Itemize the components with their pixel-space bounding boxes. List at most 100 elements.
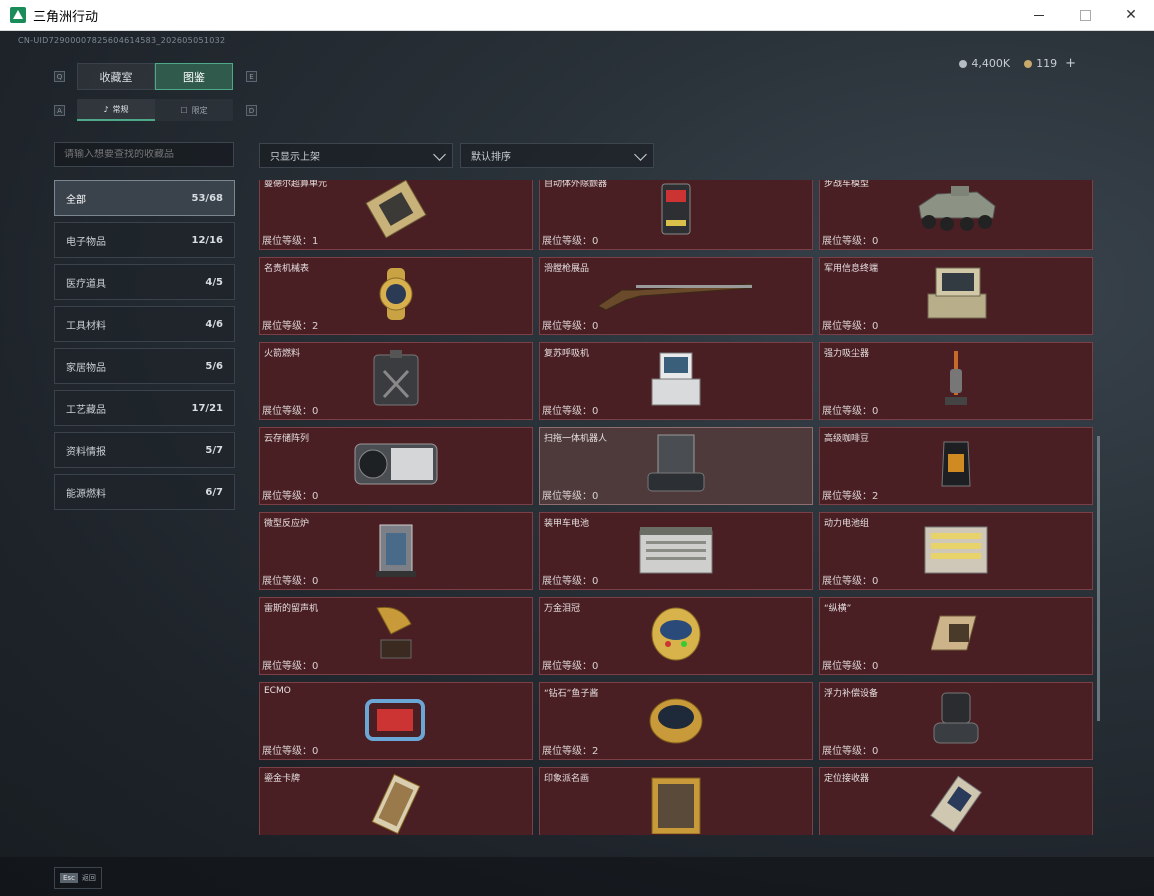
item-name: 复苏呼吸机 xyxy=(544,349,590,359)
item-name: 军用信息终端 xyxy=(824,264,879,274)
limited-icon: ☐ xyxy=(180,105,188,115)
item-level: 展位等级：0 xyxy=(822,746,879,757)
collection-item-card[interactable]: 装甲车电池 展位等级：0 xyxy=(539,512,813,590)
grid-scrollbar[interactable] xyxy=(1097,436,1100,721)
collection-item-card[interactable]: 雷斯的留声机 展位等级：0 xyxy=(259,597,533,675)
key-hint-d: D xyxy=(246,105,257,116)
item-level: 展位等级：0 xyxy=(262,576,319,587)
collection-item-card[interactable]: 微型反应炉 展位等级：0 xyxy=(259,512,533,590)
collection-item-card[interactable]: 强力吸尘器 展位等级：0 xyxy=(819,342,1093,420)
collection-item-card[interactable]: 浮力补偿设备 展位等级：0 xyxy=(819,682,1093,760)
collection-item-card[interactable]: 曼德尔超算单元 展位等级：1 xyxy=(259,180,533,250)
collection-item-card[interactable]: 步战车模型展位等级：0 xyxy=(819,180,1093,250)
collection-item-card[interactable]: 扫拖一体机器人 展位等级：0 xyxy=(539,427,813,505)
vehicle-battery-icon xyxy=(636,521,716,581)
shelf-filter-dropdown[interactable]: 只显示上架 xyxy=(259,143,453,168)
military-terminal-icon xyxy=(920,264,992,328)
tab-collection-room[interactable]: 收藏室 xyxy=(77,63,155,90)
collection-item-card[interactable]: 万金泪冠 展位等级：0 xyxy=(539,597,813,675)
collection-item-card[interactable]: “钻石”鱼子酱 展位等级：2 xyxy=(539,682,813,760)
item-level: 展位等级：0 xyxy=(542,406,599,417)
sort-value: 默认排序 xyxy=(471,152,511,163)
item-level: 展位等级：0 xyxy=(822,321,879,332)
collection-item-card[interactable]: 动力电池组 展位等级：0 xyxy=(819,512,1093,590)
collection-item-card[interactable]: ECMO 展位等级：0 xyxy=(259,682,533,760)
collection-item-card[interactable]: 名贵机械表 展位等级：2 xyxy=(259,257,533,335)
collection-item-card[interactable]: 军用信息终端 展位等级：0 xyxy=(819,257,1093,335)
chess-board-icon xyxy=(930,612,981,660)
collection-item-card[interactable]: 高级咖啡豆 展位等级：2 xyxy=(819,427,1093,505)
category-item[interactable]: 工具材料 4/6 xyxy=(54,306,235,342)
category-item[interactable]: 医疗道具 4/5 xyxy=(54,264,235,300)
window-controls: ✕ xyxy=(1016,0,1154,31)
gold-watch-icon xyxy=(371,266,421,326)
subtab-limited[interactable]: ☐ 限定 xyxy=(155,99,233,121)
item-level: 展位等级：0 xyxy=(822,236,879,247)
item-name: 名贵机械表 xyxy=(264,264,310,274)
category-count: 4/5 xyxy=(205,276,223,288)
item-name: 万金泪冠 xyxy=(544,604,581,614)
category-label: 能源燃料 xyxy=(66,488,106,500)
item-name: “钻石”鱼子酱 xyxy=(544,689,599,699)
item-name: 步战车模型 xyxy=(824,180,870,189)
collection-item-card[interactable]: 云存储阵列 展位等级：0 xyxy=(259,427,533,505)
regular-icon: ♪ xyxy=(103,104,109,114)
main-tabs: 收藏室 图鉴 xyxy=(77,63,233,90)
category-item[interactable]: 全部 53/68 xyxy=(54,180,235,216)
window-titlebar: 三角洲行动 ✕ xyxy=(0,0,1154,31)
back-label: 返回 xyxy=(81,874,96,882)
subtab-limited-label: 限定 xyxy=(191,105,208,115)
category-count: 53/68 xyxy=(191,192,223,204)
search-input[interactable] xyxy=(64,149,233,160)
item-grid-viewport[interactable]: 曼德尔超算单元 展位等级：1 自动体外除颤器 展位等级：0 步战车模型 展位等级：0 名贵机… xyxy=(259,180,1093,835)
defibrillator-icon xyxy=(656,180,696,242)
key-hint-q: Q xyxy=(54,71,65,82)
chevron-down-icon xyxy=(433,148,446,161)
caviar-tin-icon xyxy=(646,691,706,751)
collection-item-card[interactable]: 滑膛枪展品 展位等级：0 xyxy=(539,257,813,335)
coin-amount: 4,400K xyxy=(971,57,1011,70)
category-item[interactable]: 能源燃料 6/7 xyxy=(54,474,235,510)
add-currency-button[interactable]: + xyxy=(1065,56,1076,71)
category-item[interactable]: 电子物品 12/16 xyxy=(54,222,235,258)
collection-item-card[interactable]: 火箭燃料 展位等级：0 xyxy=(259,342,533,420)
sort-dropdown[interactable]: 默认排序 xyxy=(460,143,654,168)
collection-item-card[interactable]: 鎏金卡牌 xyxy=(259,767,533,835)
maximize-button[interactable] xyxy=(1062,0,1108,31)
collection-item-card[interactable]: “纵横” 展位等级：0 xyxy=(819,597,1093,675)
category-item[interactable]: 资料情报 5/7 xyxy=(54,432,235,468)
reactor-icon xyxy=(374,519,418,583)
close-button[interactable]: ✕ xyxy=(1108,0,1154,31)
category-count: 12/16 xyxy=(191,234,223,246)
category-item[interactable]: 工艺藏品 17/21 xyxy=(54,390,235,426)
ticket-balance[interactable]: 119 + xyxy=(1024,56,1076,71)
collection-item-card[interactable]: 定位接收器 xyxy=(819,767,1093,835)
subtab-regular-label: 常规 xyxy=(112,104,129,114)
category-count: 5/6 xyxy=(205,360,223,372)
subtab-regular[interactable]: ♪ 常规 xyxy=(77,99,155,121)
item-name: 火箭燃料 xyxy=(264,349,301,359)
item-name: 装甲车电池 xyxy=(544,519,590,529)
search-box[interactable] xyxy=(54,142,234,167)
uid-text: CN-UID72900007825604614583_202605051032 xyxy=(18,36,226,45)
fuel-canister-icon xyxy=(370,349,422,413)
category-label: 电子物品 xyxy=(66,236,106,248)
tab-catalog[interactable]: 图鉴 xyxy=(155,63,233,90)
item-name: ECMO xyxy=(264,686,291,696)
category-count: 4/6 xyxy=(205,318,223,330)
sub-tabs: ♪ 常规 ☐ 限定 xyxy=(77,99,233,121)
item-name: 定位接收器 xyxy=(824,774,870,784)
ticket-icon xyxy=(1024,59,1033,68)
minimize-button[interactable] xyxy=(1016,0,1062,31)
battery-pack-icon xyxy=(921,521,991,581)
item-name: 动力电池组 xyxy=(824,519,870,529)
cleaning-robot-icon xyxy=(644,433,708,499)
gramophone-icon xyxy=(371,604,421,668)
collection-item-card[interactable]: 自动体外除颤器 展位等级：0 xyxy=(539,180,813,250)
back-button[interactable]: Esc 返回 xyxy=(54,867,102,889)
collection-item-card[interactable]: 印象派名画 xyxy=(539,767,813,835)
collection-item-card[interactable]: 复苏呼吸机展位等级：0 xyxy=(539,342,813,420)
buoyancy-device-icon xyxy=(930,689,982,753)
item-level: 展位等级：0 xyxy=(822,661,879,672)
category-item[interactable]: 家居物品 5/6 xyxy=(54,348,235,384)
